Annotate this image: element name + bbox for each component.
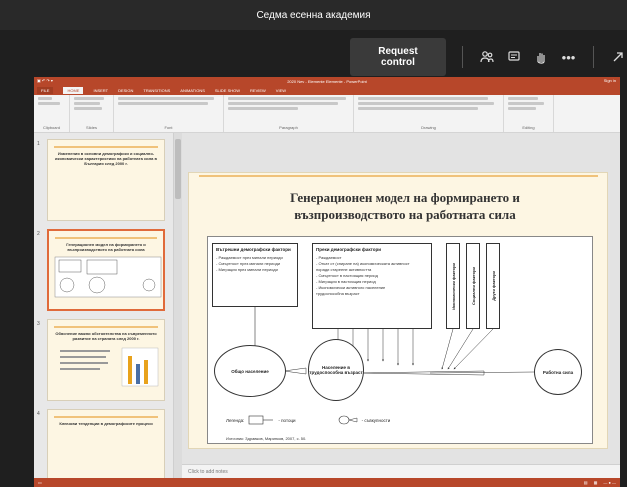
ribbon-group-clipboard[interactable]: Clipboard bbox=[34, 95, 70, 132]
shared-screen: ▣ ↶ ↷ ▾ 2020 Nev - Elemente Elemente - P… bbox=[34, 77, 620, 487]
thumbnail-title: Изменения в основни демографски и социал… bbox=[55, 151, 157, 166]
slide-title-line-2: възпроизводството на работната сила bbox=[294, 207, 516, 222]
legend-aggregate-symbol bbox=[338, 415, 357, 425]
tab-file[interactable]: FILE bbox=[37, 87, 54, 94]
meeting-title-bar: Седма есенна академия bbox=[0, 0, 627, 30]
slide-number: 1 bbox=[37, 141, 40, 147]
ribbon-group-font[interactable]: Font bbox=[114, 95, 224, 132]
zoom-slider[interactable]: — ● — bbox=[603, 480, 616, 485]
powerpoint-title-bar: ▣ ↶ ↷ ▾ 2020 Nev - Elemente Elemente - P… bbox=[34, 77, 620, 86]
status-view-controls[interactable]: ▤ ▦ — ● — bbox=[584, 480, 616, 485]
quick-access-toolbar[interactable]: ▣ ↶ ↷ ▾ bbox=[37, 78, 53, 83]
slide-accent-line bbox=[199, 175, 598, 177]
diagram-arrows bbox=[254, 307, 535, 376]
group-label: Font bbox=[164, 125, 173, 130]
ribbon: Clipboard Slides Font Paragraph Drawing … bbox=[34, 95, 620, 133]
diagram-source: Източник: Здравков, Маринков, 2007, с. 5… bbox=[226, 436, 307, 441]
legend-aggregates: - съвкупности bbox=[361, 417, 391, 423]
tab-animations[interactable]: ANIMATIONS bbox=[180, 88, 205, 93]
meeting-title: Седма есенна академия bbox=[256, 9, 371, 21]
circle-working-age-population: Население в трудоспособна възраст bbox=[308, 339, 364, 401]
notes-view-icon[interactable]: ▤ bbox=[584, 480, 588, 485]
circle-labor-force: Работна сила bbox=[534, 349, 582, 395]
slide-number: 3 bbox=[37, 321, 40, 327]
toolbar-divider bbox=[593, 46, 594, 68]
group-label: Slides bbox=[86, 125, 97, 130]
group-label: Drawing bbox=[421, 125, 436, 130]
legend-label: Легенда: bbox=[226, 417, 245, 423]
slide-thumbnail[interactable]: Изменения в основни демографски и социал… bbox=[47, 139, 165, 221]
thumbnails-scrollbar[interactable] bbox=[174, 133, 182, 478]
slide-thumbnail[interactable]: Ключови тенденции в демографските процес… bbox=[47, 409, 165, 487]
ribbon-tabs: FILE HOME INSERT DESIGN TRANSITIONS ANIM… bbox=[34, 86, 620, 95]
slide-thumbnail-selected[interactable]: Генерационен модел на формирането и възп… bbox=[47, 229, 165, 311]
chat-icon[interactable] bbox=[506, 48, 523, 66]
tab-transitions[interactable]: TRANSITIONS bbox=[143, 88, 170, 93]
status-slide-info: ▭ bbox=[38, 480, 42, 485]
diagram-legend: Легенда: - потоци - съвкупности bbox=[226, 415, 390, 425]
current-slide[interactable]: Генерационен модел на формирането и възп… bbox=[188, 172, 608, 449]
raise-hand-icon[interactable] bbox=[533, 48, 550, 66]
slide-number: 2 bbox=[37, 231, 40, 237]
thumbnail-title: Обяснение важни обстоятелства на съвреме… bbox=[55, 331, 157, 341]
participants-icon[interactable] bbox=[479, 48, 496, 66]
share-tray-icon[interactable] bbox=[610, 48, 627, 66]
legend-flows: - потоци bbox=[278, 417, 296, 423]
circle-total-population: Общо население bbox=[214, 345, 286, 397]
notes-pane[interactable]: Click to add notes bbox=[182, 464, 620, 478]
thumbnail-title: Ключови тенденции в демографските процес… bbox=[59, 421, 153, 426]
slide-title: Генерационен модел на формирането и възп… bbox=[217, 189, 593, 223]
tab-review[interactable]: REVIEW bbox=[250, 88, 266, 93]
group-label: Paragraph bbox=[279, 125, 298, 130]
thumbnail-title: Генерационен модел на формирането и възп… bbox=[66, 242, 146, 252]
more-options-icon[interactable]: ••• bbox=[560, 48, 577, 66]
group-label: Clipboard bbox=[42, 125, 61, 130]
ribbon-group-slides[interactable]: Slides bbox=[70, 95, 114, 132]
ribbon-group-paragraph[interactable]: Paragraph bbox=[224, 95, 354, 132]
ribbon-group-drawing[interactable]: Drawing bbox=[354, 95, 504, 132]
tab-slide-show[interactable]: SLIDE SHOW bbox=[215, 88, 240, 93]
thumbnail-diagram bbox=[54, 256, 162, 298]
ribbon-group-editing[interactable]: Editing bbox=[504, 95, 554, 132]
tab-insert[interactable]: INSERT bbox=[93, 88, 108, 93]
request-control-button[interactable]: Request control bbox=[350, 38, 446, 76]
meeting-toolbar: Request control ••• bbox=[350, 38, 627, 76]
sign-in-link[interactable]: Sign in bbox=[604, 78, 616, 83]
group-label: Editing bbox=[522, 125, 535, 130]
editor-area: 1 Изменения в основни демографски и соци… bbox=[34, 133, 620, 487]
slide-title-line-1: Генерационен модел на формирането и bbox=[290, 190, 520, 205]
slide-thumbnail[interactable]: Обяснение важни обстоятелства на съвреме… bbox=[47, 319, 165, 401]
legend-flow-symbol bbox=[249, 415, 274, 425]
slide-thumbnails-pane: 1 Изменения в основни демографски и соци… bbox=[34, 133, 174, 487]
meeting-window: Седма есенна академия Request control ••… bbox=[0, 0, 627, 487]
slide-number: 4 bbox=[37, 411, 40, 417]
normal-view-icon[interactable]: ▦ bbox=[594, 480, 598, 485]
thumbnail-chart bbox=[60, 347, 159, 387]
tab-design[interactable]: DESIGN bbox=[118, 88, 133, 93]
tab-view[interactable]: VIEW bbox=[276, 88, 286, 93]
powerpoint-window-title: 2020 Nev - Elemente Elemente - PowerPoin… bbox=[287, 79, 367, 84]
tab-home[interactable]: HOME bbox=[63, 87, 84, 94]
generational-model-diagram: Вътрешни демографски фактори - Раждаемос… bbox=[207, 236, 593, 444]
toolbar-divider bbox=[462, 46, 463, 68]
